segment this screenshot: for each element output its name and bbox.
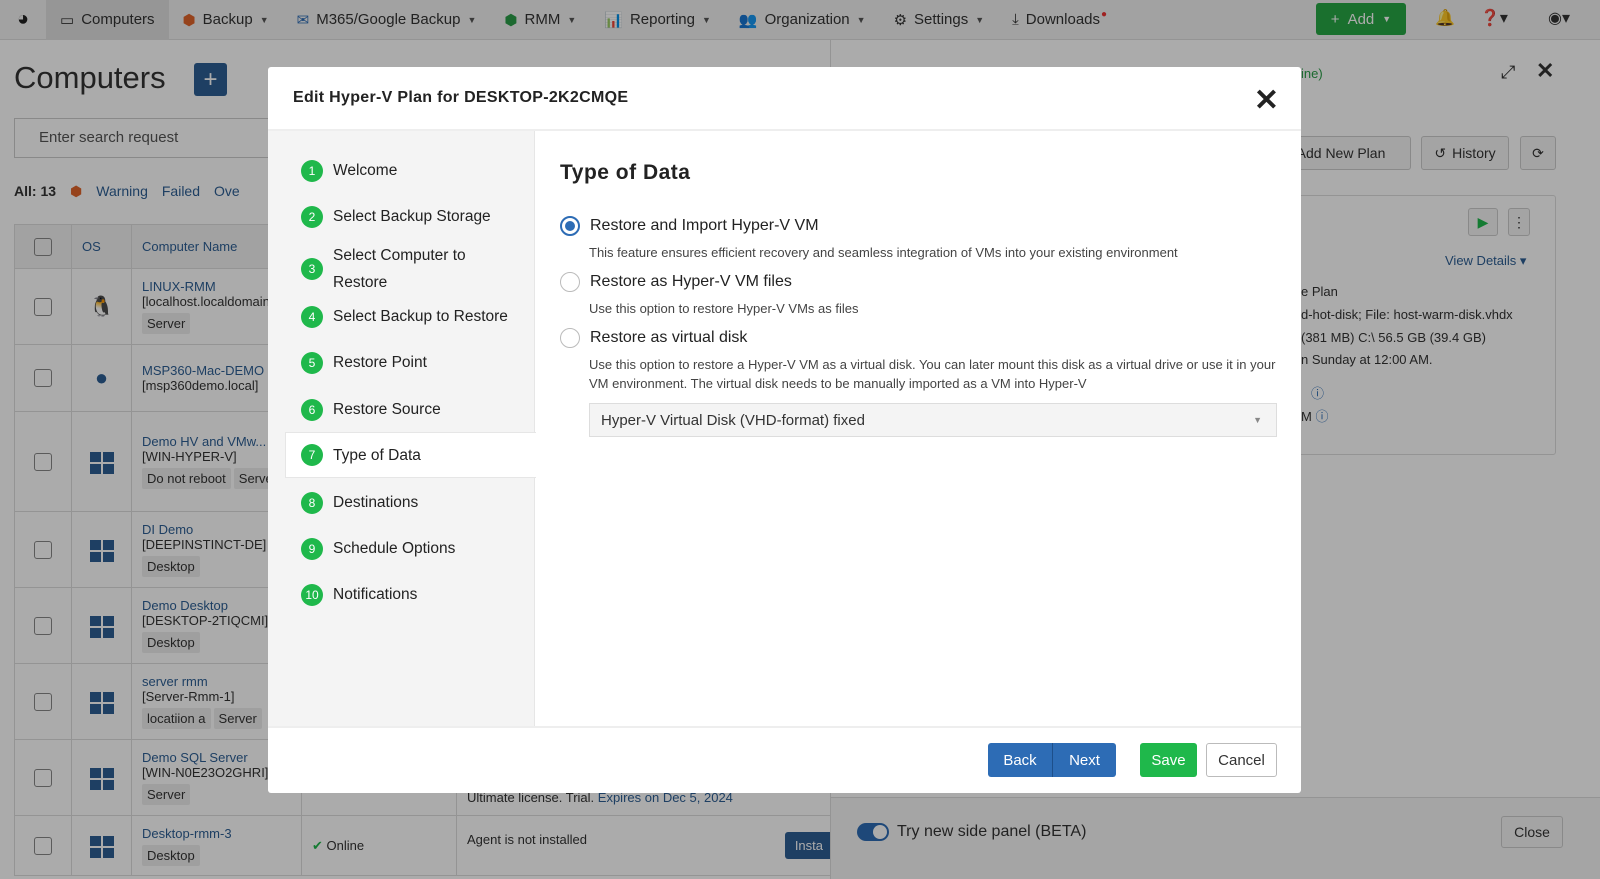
step-label: Schedule Options xyxy=(333,540,456,557)
step-10[interactable]: 10 Notifications xyxy=(285,581,535,608)
step-number: 3 xyxy=(301,258,323,280)
modal-title: Edit Hyper-V Plan for DESKTOP-2K2CMQE xyxy=(293,89,629,106)
radio-button[interactable] xyxy=(560,272,580,292)
step-label: Restore Point xyxy=(333,354,427,371)
step-number: 8 xyxy=(301,491,323,514)
step-5[interactable]: 5 Restore Point xyxy=(285,349,535,376)
step-7[interactable]: 7 Type of Data xyxy=(285,432,536,478)
step-label: Welcome xyxy=(333,162,398,179)
step-label: Select Computer to Restore xyxy=(333,247,466,291)
option-3[interactable]: Restore as virtual disk xyxy=(560,328,747,348)
step-number: 1 xyxy=(301,159,323,182)
step-2[interactable]: 2 Select Backup Storage xyxy=(285,203,535,230)
step-label: Type of Data xyxy=(333,446,421,464)
step-4[interactable]: 4 Select Backup to Restore xyxy=(285,303,535,330)
step-3[interactable]: 3 Select Computer to Restore xyxy=(285,242,495,296)
step-label: Select Backup to Restore xyxy=(333,308,508,325)
step-number: 4 xyxy=(301,305,323,328)
step-label: Notifications xyxy=(333,586,418,603)
save-button[interactable]: Save xyxy=(1140,743,1197,777)
step-label: Select Backup Storage xyxy=(333,208,491,225)
option-description: Use this option to restore a Hyper-V VM … xyxy=(589,357,1276,391)
radio-button[interactable] xyxy=(560,328,580,348)
chevron-down-icon: ▼ xyxy=(1253,415,1262,425)
step-number: 10 xyxy=(301,583,323,606)
step-number: 5 xyxy=(301,351,323,374)
step-number: 6 xyxy=(301,398,323,421)
step-label: Destinations xyxy=(333,494,419,511)
modal-footer: Back Next Save Cancel xyxy=(268,726,1301,793)
option-1[interactable]: Restore and Import Hyper-V VM xyxy=(560,216,819,236)
step-9[interactable]: 9 Schedule Options xyxy=(285,535,535,562)
step-label: Restore Source xyxy=(333,401,441,418)
step-6[interactable]: 6 Restore Source xyxy=(285,396,535,423)
step-number: 2 xyxy=(301,205,323,228)
close-icon[interactable]: ✕ xyxy=(1254,83,1279,118)
step-8[interactable]: 8 Destinations xyxy=(285,489,535,516)
step-number: 9 xyxy=(301,537,323,560)
wizard-steps: 1 Welcome 2 Select Backup Storage 3 Select Co… xyxy=(268,131,536,726)
option-2[interactable]: Restore as Hyper-V VM files xyxy=(560,272,792,292)
option-description: This feature ensures efficient recovery … xyxy=(589,245,1178,260)
disk-format-select[interactable]: Hyper-V Virtual Disk (VHD-format) fixed ▼ xyxy=(589,403,1277,437)
step-number: 7 xyxy=(301,444,323,466)
back-button[interactable]: Back xyxy=(988,743,1052,777)
option-description: Use this option to restore Hyper-V VMs a… xyxy=(589,301,859,316)
radio-button[interactable] xyxy=(560,216,580,236)
cancel-button[interactable]: Cancel xyxy=(1206,743,1277,777)
next-button[interactable]: Next xyxy=(1052,743,1116,777)
step-1[interactable]: 1 Welcome xyxy=(285,157,535,184)
edit-plan-modal: Edit Hyper-V Plan for DESKTOP-2K2CMQE ✕ … xyxy=(268,67,1301,793)
